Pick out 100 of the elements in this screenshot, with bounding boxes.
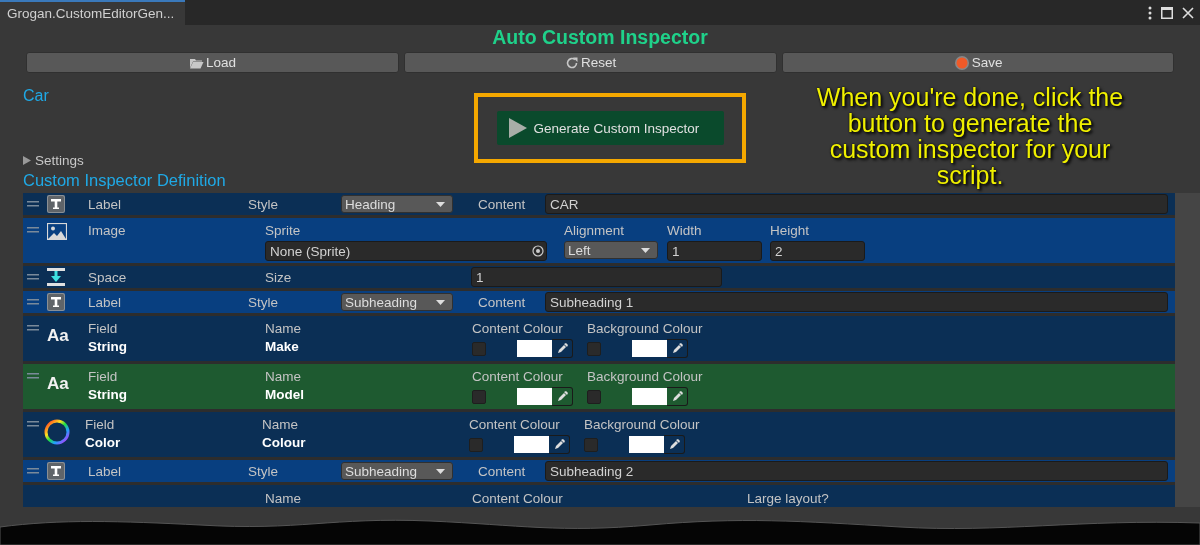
element-type: Field [85,417,116,432]
content-field[interactable]: CAR [545,194,1168,214]
eyedropper-icon [671,343,683,354]
alignment-dropdown[interactable]: Left [564,241,658,259]
target-icon [532,245,544,257]
field-label: Background Colour [587,369,702,384]
definition-row[interactable]: Aa Field String Name Model Content Colour Background Colour [23,364,1175,409]
style-dropdown[interactable]: Subheading [341,462,453,480]
settings-foldout[interactable]: Settings [23,153,473,168]
field-label: Size [265,269,293,285]
checkbox[interactable] [587,341,601,356]
field-label: Content Colour [472,321,564,336]
field-type: String [88,387,128,402]
colour-swatch[interactable] [517,388,552,405]
drag-handle-icon [27,421,39,427]
text-icon [47,195,65,213]
checkbox[interactable] [584,437,598,452]
checkbox[interactable] [472,341,486,356]
definition-row[interactable]: Label Style Heading Content CAR [23,193,1175,215]
dropdown-caret-icon [436,299,445,305]
more-icon [1148,5,1152,20]
checkbox[interactable] [472,389,486,404]
drag-handle-icon [27,201,39,207]
style-dropdown[interactable]: Subheading [341,293,453,311]
colour-swatch[interactable] [514,436,549,453]
color-wheel-icon [44,419,70,445]
field-label: Content [478,463,527,479]
drag-handle-icon [27,468,39,474]
colour-swatch[interactable] [517,340,552,357]
field-label: Content [478,294,527,310]
definition-row[interactable]: Field Color Name Colour Content Colour Background Colour [23,412,1175,457]
dropdown-caret-icon [641,247,650,253]
eyedropper-icon [556,343,568,354]
element-type: Label [88,196,123,212]
colour-swatch[interactable] [629,436,664,453]
image-icon [47,223,67,240]
field-label: Background Colour [587,321,702,336]
colour-swatch[interactable] [632,340,667,357]
field-label: Background Colour [584,417,699,432]
element-type: Label [88,294,123,310]
toolbar-button[interactable]: Load [26,52,400,73]
definition-row[interactable]: Name Content Colour Large layout? [23,485,1175,507]
field-label: Sprite [265,223,302,238]
definition-row[interactable]: Label Style Subheading Content Subheading 2 [23,460,1175,482]
definition-row[interactable]: Space Size 1 [23,266,1175,288]
window-title: Auto Custom Inspector [491,25,709,50]
eyedropper-icon [556,391,568,402]
checkbox[interactable] [469,437,483,452]
element-type: Image [88,223,127,238]
text-icon [47,293,65,311]
element-type: Field [88,321,119,336]
definition-row[interactable]: Aa Field String Name Make Content Colour Background Colour [23,316,1175,361]
dropdown-caret-icon [436,468,445,474]
play-icon [508,118,527,138]
definition-row[interactable]: Image Sprite None (Sprite) Alignment Left Width 1 Height 2 [23,218,1175,263]
checkbox[interactable] [587,389,601,404]
element-type: Space [88,269,128,285]
toolbar-button[interactable]: Reset [404,52,778,73]
field-label: Name [265,321,302,336]
target-name: Car [23,87,50,105]
field-type: String [88,339,128,354]
field-label: Name [265,491,302,506]
eyedropper-icon [553,439,565,450]
field-name: Model [265,387,305,402]
field-label: Content Colour [472,491,564,506]
folder-icon [189,56,205,69]
drag-handle-icon [27,373,39,379]
size-field[interactable]: 1 [471,267,722,287]
height-field[interactable]: 2 [770,241,865,261]
element-type: Field [88,369,119,384]
field-label: Large layout? [747,491,830,506]
field-label: Style [248,463,279,479]
field-label: Width [667,223,703,238]
field-label: Alignment [564,223,626,238]
text-field-icon: Aa [47,326,69,346]
maximize-icon [1161,6,1173,19]
content-field[interactable]: Subheading 2 [545,461,1168,481]
window-tab[interactable]: Grogan.CustomEditorGen... [0,0,186,25]
scrollbar[interactable] [1175,193,1200,507]
toolbar-button[interactable]: Save [782,52,1174,73]
field-label: Content [478,196,527,212]
eyedropper-icon [671,391,683,402]
section-title: Custom Inspector Definition [23,170,226,190]
field-name: Make [265,339,300,354]
dropdown-caret-icon [436,201,445,207]
field-label: Name [265,369,302,384]
generate-button[interactable]: Generate Custom Inspector [496,111,724,145]
sprite-field[interactable]: None (Sprite) [265,241,547,261]
colour-swatch[interactable] [632,388,667,405]
close-icon [1182,6,1194,19]
width-field[interactable]: 1 [667,241,762,261]
eyedropper-icon [668,439,680,450]
field-name: Colour [262,435,307,450]
definition-row[interactable]: Label Style Subheading Content Subheading 1 [23,291,1175,313]
drag-handle-icon [27,299,39,305]
style-dropdown[interactable]: Heading [341,195,453,213]
field-label: Style [248,294,279,310]
content-field[interactable]: Subheading 1 [545,292,1168,312]
field-label: Name [262,417,299,432]
field-type: Color [85,435,122,450]
